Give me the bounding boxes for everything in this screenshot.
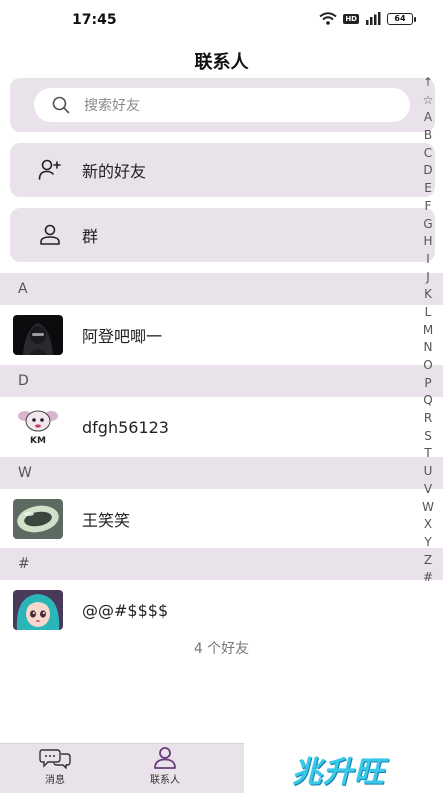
groups-button[interactable]: 群 (10, 208, 435, 262)
search-card: 搜索好友 (10, 78, 435, 132)
alphabet-index-item[interactable]: N (424, 339, 433, 357)
alphabet-index-item[interactable]: B (424, 127, 432, 145)
alphabet-index-item[interactable]: K (424, 286, 432, 304)
contact-name: 阿登吧唧一 (82, 327, 163, 346)
section-header-d: D (0, 365, 443, 397)
km-cartoon-avatar: KM (13, 407, 63, 447)
search-icon (52, 96, 70, 114)
alphabet-index-item[interactable]: G (423, 216, 432, 234)
contact-row[interactable]: @@#$$$$ (0, 580, 443, 640)
alphabet-index-item[interactable]: J (426, 269, 430, 287)
alphabet-index-item[interactable]: S (424, 428, 432, 446)
alphabet-index-item[interactable]: Z (424, 552, 432, 570)
brand-logo: 兆升旺 (292, 755, 385, 790)
section-header-w: W (0, 457, 443, 489)
contact-row[interactable]: 王笑笑 (0, 489, 443, 549)
alphabet-index-item[interactable]: L (425, 304, 432, 322)
dark-hooded-figure-avatar (13, 315, 63, 355)
page-title: 联系人 (194, 52, 249, 73)
alphabet-index-item[interactable]: F (425, 198, 432, 216)
status-icons: HD 64 (319, 12, 416, 25)
contact-row[interactable]: 阿登吧唧一 (0, 305, 443, 365)
new-friends-button[interactable]: 新的好友 (10, 143, 435, 197)
tab-contacts-label: 联系人 (150, 775, 180, 786)
alphabet-index-item[interactable]: A (424, 109, 432, 127)
anime-girl-avatar (13, 590, 63, 630)
jade-bangle-avatar (13, 499, 63, 539)
alphabet-index-item[interactable]: ☆ (423, 92, 434, 110)
alphabet-index-item[interactable]: W (422, 499, 434, 517)
alphabet-index[interactable]: ↑ ☆ A B C D E F G H I J K L M N O P Q R S T U V W X Y Z # (421, 74, 435, 587)
friend-count: 4 个好友 (193, 641, 250, 657)
new-friends-label: 新的好友 (82, 162, 147, 181)
tab-messages-label: 消息 (45, 775, 65, 786)
alphabet-index-item[interactable]: V (424, 481, 432, 499)
chat-bubbles-icon (39, 749, 71, 769)
search-input[interactable]: 搜索好友 (34, 88, 410, 122)
wifi-icon (319, 12, 337, 25)
tab-contacts[interactable]: 联系人 (110, 747, 220, 786)
alphabet-index-item[interactable]: Q (423, 392, 432, 410)
person-icon (40, 224, 60, 245)
search-placeholder: 搜索好友 (84, 98, 140, 114)
alphabet-index-item[interactable]: M (423, 322, 433, 340)
alphabet-index-item[interactable]: P (424, 375, 431, 393)
alphabet-index-item[interactable]: U (424, 463, 433, 481)
alphabet-index-item[interactable]: O (423, 357, 432, 375)
contacts-person-icon (154, 747, 176, 769)
alphabet-index-item[interactable]: # (423, 569, 433, 587)
contact-name: 王笑笑 (82, 511, 131, 530)
contact-name: @@#$$$$ (82, 600, 169, 620)
add-person-icon (38, 159, 61, 180)
signal-icon (366, 12, 381, 25)
alphabet-index-item[interactable]: ↑ (423, 74, 433, 92)
alphabet-index-item[interactable]: C (424, 145, 432, 163)
alphabet-index-item[interactable]: H (423, 233, 432, 251)
groups-label: 群 (82, 227, 99, 246)
tab-messages[interactable]: 消息 (0, 747, 110, 786)
alphabet-index-item[interactable]: E (424, 180, 432, 198)
tab-bar: 消息 联系人 兆升旺 (0, 743, 443, 793)
svg-text:KM: KM (30, 436, 46, 446)
alphabet-index-item[interactable]: Y (424, 534, 431, 552)
alphabet-index-item[interactable]: T (424, 445, 431, 463)
contact-name: dfgh56123 (82, 417, 169, 437)
hd-badge: HD (343, 13, 359, 24)
contact-row[interactable]: KM dfgh56123 (0, 397, 443, 457)
status-time: 17:45 (72, 12, 117, 28)
battery-icon: 64 (387, 12, 416, 25)
alphabet-index-item[interactable]: I (426, 251, 430, 269)
section-header-a: A (0, 273, 443, 305)
alphabet-index-item[interactable]: R (424, 410, 432, 428)
alphabet-index-item[interactable]: D (423, 162, 432, 180)
section-header-hash: # (0, 548, 443, 580)
status-bar: 17:45 HD 64 (0, 0, 443, 44)
alphabet-index-item[interactable]: X (424, 516, 432, 534)
